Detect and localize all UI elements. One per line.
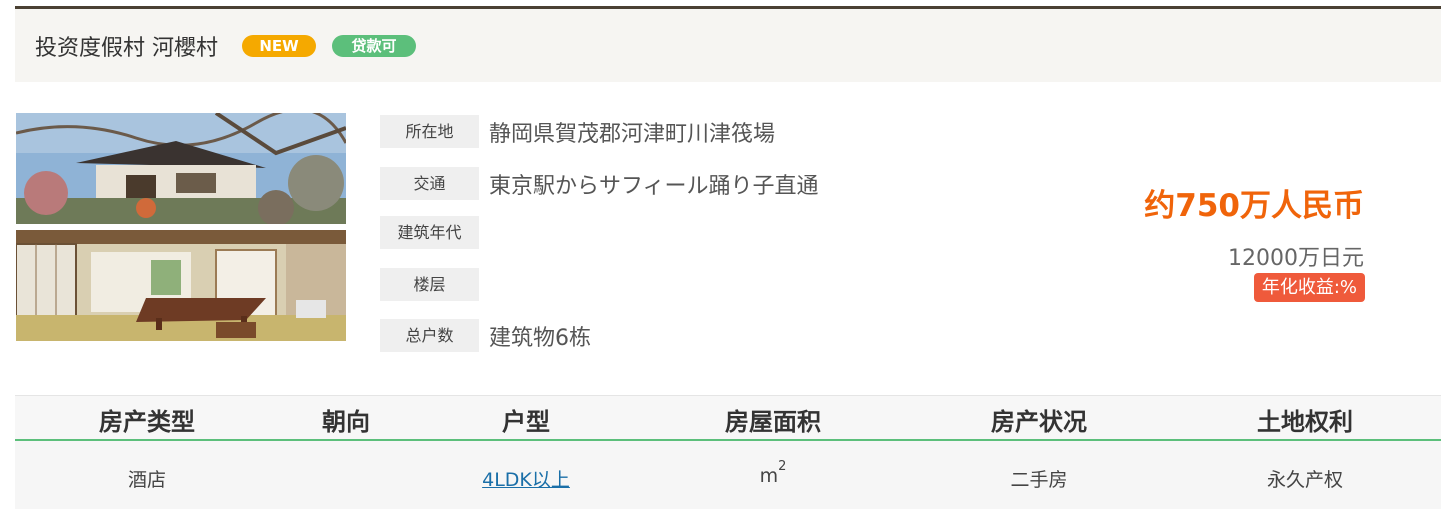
cell-area: m2 <box>759 459 787 487</box>
listing-header: 投资度假村 河櫻村 NEW 贷款可 <box>15 9 1441 82</box>
header-property-type: 房产类型 <box>99 408 195 436</box>
info-row-built-year: 建筑年代 <box>380 216 489 249</box>
header-status: 房产状况 <box>991 408 1087 436</box>
built-year-label: 建筑年代 <box>380 216 479 249</box>
cell-status: 二手房 <box>1010 469 1068 491</box>
header-area: 房屋面积 <box>725 408 821 436</box>
header-layout: 户型 <box>502 408 550 436</box>
exterior-photo[interactable] <box>16 113 346 224</box>
location-label: 所在地 <box>380 115 479 148</box>
price-cny: 约750万人民币 <box>1144 188 1364 224</box>
info-row-floor: 楼层 <box>380 268 489 301</box>
header-orientation: 朝向 <box>322 408 370 436</box>
header-land-right: 土地权利 <box>1257 408 1353 436</box>
floor-label: 楼层 <box>380 268 479 301</box>
location-value: 静岡県賀茂郡河津町川津筏場 <box>489 121 776 147</box>
units-label: 总户数 <box>380 319 479 352</box>
cell-layout: 4LDK以上 <box>482 465 570 492</box>
info-row-transport: 交通 東京駅からサフィール踊り子直通 <box>380 167 819 200</box>
annual-yield-badge: 年化收益:% <box>1253 273 1365 302</box>
new-badge: NEW <box>242 34 316 57</box>
listing-title: 投资度假村 河櫻村 <box>35 35 218 61</box>
info-row-location: 所在地 静岡県賀茂郡河津町川津筏場 <box>380 115 775 148</box>
cell-land-right: 永久产权 <box>1266 469 1344 491</box>
area-unit: m <box>759 465 779 487</box>
units-value: 建筑物6栋 <box>489 325 591 351</box>
price-jpy: 12000万日元 <box>1228 246 1364 271</box>
loan-available-badge: 贷款可 <box>332 34 416 57</box>
spec-table-row: 酒店 4LDK以上 m2 二手房 永久产权 <box>15 441 1441 509</box>
area-unit-superscript: 2 <box>778 459 787 474</box>
layout-link[interactable]: 4LDK以上 <box>482 469 570 491</box>
cell-property-type: 酒店 <box>127 469 167 491</box>
info-row-units: 总户数 建筑物6栋 <box>380 319 591 352</box>
transport-label: 交通 <box>380 167 479 200</box>
transport-value: 東京駅からサフィール踊り子直通 <box>489 173 819 199</box>
interior-photo[interactable] <box>16 230 346 341</box>
spec-table-header: 房产类型 朝向 户型 房屋面积 房产状况 土地权利 <box>15 395 1441 442</box>
